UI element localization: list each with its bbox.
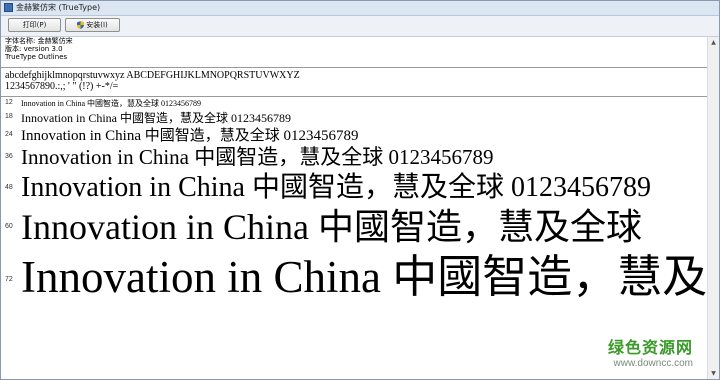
font-type-line: TrueType Outlines (5, 53, 68, 61)
scroll-up-arrow-icon[interactable]: ▲ (709, 38, 718, 47)
font-app-icon (4, 3, 13, 12)
sample-size-label: 18 (5, 113, 13, 120)
font-info: 字体名称: 金赫繁仿宋 版本: version 3.0 TrueType Out… (5, 37, 73, 61)
site-watermark: 绿色资源网 www.downcc.com (608, 334, 693, 369)
digits-line: 1234567890.:,; ' " (!?) +-*/= (5, 81, 119, 92)
toolbar: 打印(P) 安装(I) (1, 16, 719, 37)
scroll-down-arrow-icon[interactable]: ▼ (709, 369, 718, 378)
font-preview-content: 字体名称: 金赫繁仿宋 版本: version 3.0 TrueType Out… (1, 37, 707, 379)
font-name-line: 字体名称: 金赫繁仿宋 (5, 37, 73, 45)
character-set: abcdefghijklmnopqrstuvwxyz ABCDEFGHIJKLM… (5, 70, 300, 92)
sample-text: Innovation in China 中國智造，慧及全球 0123456789 (21, 99, 201, 108)
install-button-label: 安装(I) (86, 21, 108, 29)
title-bar[interactable]: 金赫繁仿宋 (TrueType) (1, 1, 719, 16)
watermark-url: www.downcc.com (613, 358, 693, 369)
uac-shield-icon (77, 21, 85, 29)
sample-size-label: 72 (5, 276, 13, 283)
alphabet-line: abcdefghijklmnopqrstuvwxyz ABCDEFGHIJKLM… (5, 70, 300, 81)
print-button[interactable]: 打印(P) (8, 18, 61, 32)
watermark-title: 绿色资源网 (607, 338, 693, 357)
font-preview-window: 金赫繁仿宋 (TrueType) 打印(P) 安装(I) 字体名称: 金赫繁仿宋… (0, 0, 720, 380)
sample-size-label: 36 (5, 153, 13, 160)
vertical-scrollbar[interactable]: ▲ ▼ (707, 37, 719, 379)
font-version-line: 版本: version 3.0 (5, 45, 63, 53)
install-button[interactable]: 安装(I) (65, 18, 120, 32)
window-title: 金赫繁仿宋 (TrueType) (16, 3, 101, 12)
sample-size-label: 48 (5, 184, 13, 191)
divider (1, 96, 707, 97)
divider (1, 67, 707, 68)
sample-text: Innovation in China 中國智造，慧及 (21, 252, 708, 302)
sample-size-label: 24 (5, 131, 13, 138)
sample-size-label: 60 (5, 223, 13, 230)
sample-size-label: 12 (5, 99, 13, 106)
